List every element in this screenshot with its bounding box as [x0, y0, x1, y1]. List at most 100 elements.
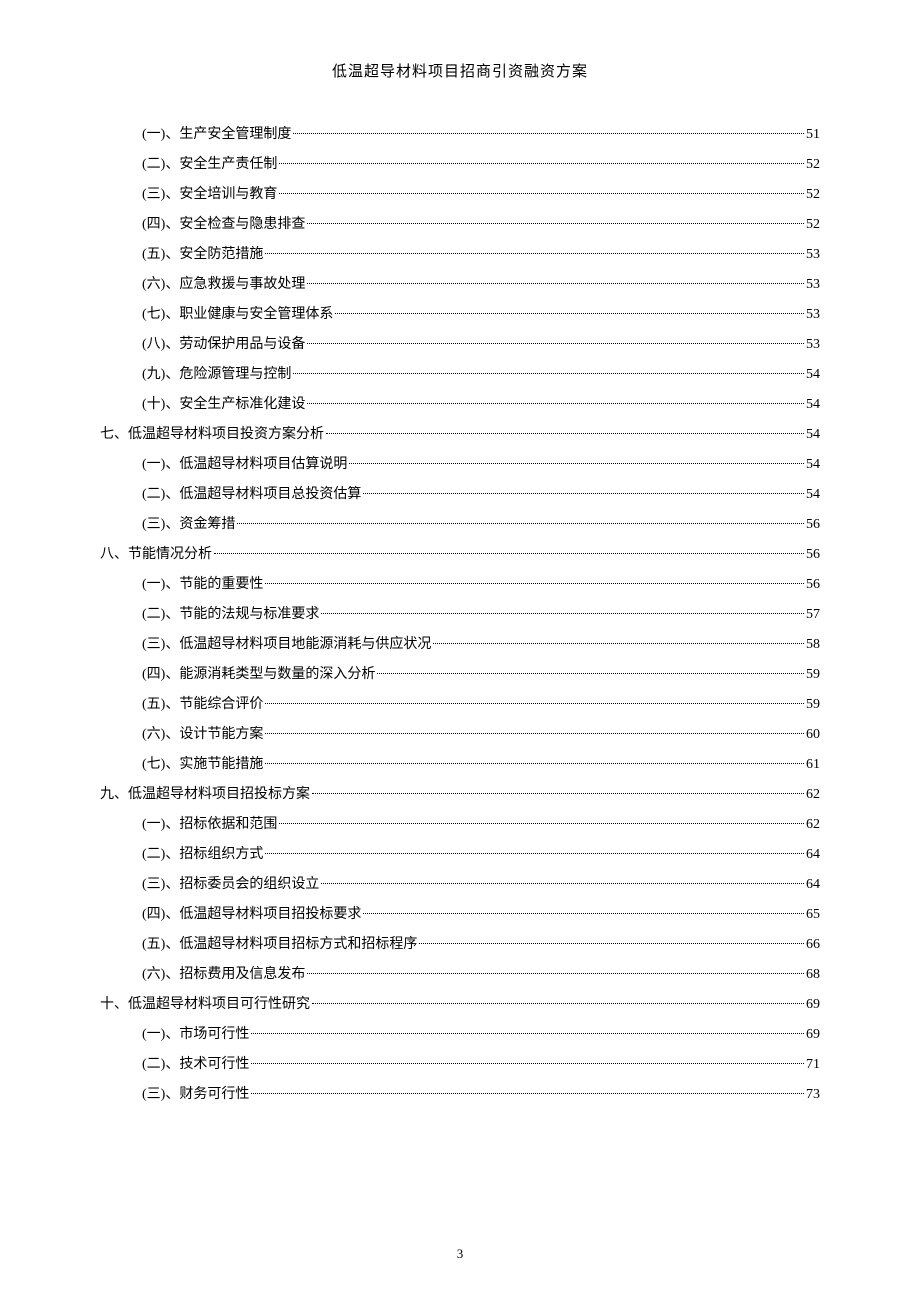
toc-item-page: 56: [806, 511, 820, 539]
toc-item-label: (三)、财务可行性: [142, 1081, 249, 1109]
toc-item: (六)、招标费用及信息发布68: [100, 961, 820, 989]
toc-item-label: (三)、招标委员会的组织设立: [142, 871, 319, 899]
toc-item-page: 61: [806, 751, 820, 779]
toc-leader-dots: [251, 1093, 804, 1094]
toc-leader-dots: [349, 463, 804, 464]
toc-item: (二)、低温超导材料项目总投资估算54: [100, 481, 820, 509]
toc-item-label: (二)、安全生产责任制: [142, 151, 277, 179]
toc-leader-dots: [377, 673, 804, 674]
toc-item-page: 54: [806, 451, 820, 479]
toc-item: (三)、招标委员会的组织设立 64: [100, 871, 820, 899]
toc-item-label: (一)、节能的重要性: [142, 571, 263, 599]
toc-leader-dots: [265, 853, 804, 854]
toc-item-page: 54: [806, 481, 820, 509]
toc-leader-dots: [293, 133, 804, 134]
toc-item-label: (一)、市场可行性: [142, 1021, 249, 1049]
toc-item: (六)、设计节能方案 60: [100, 721, 820, 749]
toc-item: (四)、低温超导材料项目招投标要求65: [100, 901, 820, 929]
toc-item-page: 56: [806, 541, 820, 569]
toc-leader-dots: [307, 403, 804, 404]
toc-item-label: (二)、技术可行性: [142, 1051, 249, 1079]
toc-item-label: 七、低温超导材料项目投资方案分析: [100, 421, 324, 449]
toc-item-label: (六)、设计节能方案: [142, 721, 263, 749]
toc-item-label: (五)、节能综合评价: [142, 691, 263, 719]
toc-item-page: 68: [806, 961, 820, 989]
toc-item-label: (二)、招标组织方式: [142, 841, 263, 869]
toc-item: 八、节能情况分析 56: [100, 541, 820, 569]
toc-leader-dots: [419, 943, 804, 944]
toc-leader-dots: [321, 613, 804, 614]
toc-item-page: 52: [806, 211, 820, 239]
toc-item-label: (四)、安全检查与隐患排查: [142, 211, 305, 239]
toc-leader-dots: [237, 523, 804, 524]
toc-item-label: 十、低温超导材料项目可行性研究: [100, 991, 310, 1019]
toc-item-label: (三)、资金筹措: [142, 511, 235, 539]
toc-item-page: 57: [806, 601, 820, 629]
toc-leader-dots: [307, 283, 804, 284]
toc-item: (一)、生产安全管理制度51: [100, 121, 820, 149]
toc-item: (一)、节能的重要性 56: [100, 571, 820, 599]
toc-item-label: (九)、危险源管理与控制: [142, 361, 291, 389]
toc-leader-dots: [363, 493, 804, 494]
toc-item-label: 八、节能情况分析: [100, 541, 212, 569]
toc-item: (一)、市场可行性 69: [100, 1021, 820, 1049]
toc-item: (二)、安全生产责任制52: [100, 151, 820, 179]
toc-leader-dots: [335, 313, 804, 314]
toc-item-page: 64: [806, 871, 820, 899]
toc-leader-dots: [265, 703, 804, 704]
toc-item-page: 53: [806, 271, 820, 299]
toc-leader-dots: [307, 343, 804, 344]
toc-item: (三)、安全培训与教育 52: [100, 181, 820, 209]
toc-item: (二)、节能的法规与标准要求 57: [100, 601, 820, 629]
toc-leader-dots: [433, 643, 804, 644]
toc-item: (二)、技术可行性 71: [100, 1051, 820, 1079]
toc-item-page: 69: [806, 991, 820, 1019]
toc-item: 十、低温超导材料项目可行性研究 69: [100, 991, 820, 1019]
toc-item: (九)、危险源管理与控制 54: [100, 361, 820, 389]
toc-item-label: (六)、应急救援与事故处理: [142, 271, 305, 299]
toc-item-label: (三)、安全培训与教育: [142, 181, 277, 209]
toc-item-page: 54: [806, 421, 820, 449]
toc-item-page: 54: [806, 391, 820, 419]
toc-item-page: 60: [806, 721, 820, 749]
toc-item-label: 九、低温超导材料项目招投标方案: [100, 781, 310, 809]
toc-item-label: (五)、安全防范措施: [142, 241, 263, 269]
toc-leader-dots: [265, 253, 804, 254]
toc-leader-dots: [326, 433, 804, 434]
toc-leader-dots: [265, 583, 804, 584]
toc-item-page: 62: [806, 781, 820, 809]
toc-item-page: 52: [806, 181, 820, 209]
toc-item-page: 69: [806, 1021, 820, 1049]
toc-item-label: (七)、实施节能措施: [142, 751, 263, 779]
toc-item-page: 71: [806, 1051, 820, 1079]
toc-item-page: 66: [806, 931, 820, 959]
toc-leader-dots: [312, 793, 804, 794]
toc-item: (七)、实施节能措施 61: [100, 751, 820, 779]
toc-item-label: (二)、节能的法规与标准要求: [142, 601, 319, 629]
toc-item: (一)、低温超导材料项目估算说明54: [100, 451, 820, 479]
toc-item-label: (一)、生产安全管理制度: [142, 121, 291, 149]
toc-item: (八)、劳动保护用品与设备53: [100, 331, 820, 359]
toc-item-page: 59: [806, 661, 820, 689]
page-number: 3: [0, 1246, 920, 1262]
toc-item: (四)、能源消耗类型与数量的深入分析59: [100, 661, 820, 689]
toc-item-page: 64: [806, 841, 820, 869]
toc-item-label: (五)、低温超导材料项目招标方式和招标程序: [142, 931, 417, 959]
toc-item-page: 56: [806, 571, 820, 599]
toc-leader-dots: [293, 373, 804, 374]
toc-item: 九、低温超导材料项目招投标方案 62: [100, 781, 820, 809]
toc-item-label: (八)、劳动保护用品与设备: [142, 331, 305, 359]
toc-item-page: 65: [806, 901, 820, 929]
toc-leader-dots: [312, 1003, 804, 1004]
toc-leader-dots: [251, 1033, 804, 1034]
toc-leader-dots: [307, 973, 804, 974]
toc-leader-dots: [214, 553, 804, 554]
toc-item-page: 54: [806, 361, 820, 389]
toc-leader-dots: [363, 913, 804, 914]
toc-item: 七、低温超导材料项目投资方案分析 54: [100, 421, 820, 449]
toc-item: (三)、财务可行性73: [100, 1081, 820, 1109]
toc-item: (五)、安全防范措施53: [100, 241, 820, 269]
toc-item-label: (七)、职业健康与安全管理体系: [142, 301, 333, 329]
toc-leader-dots: [279, 193, 804, 194]
toc-leader-dots: [307, 223, 804, 224]
